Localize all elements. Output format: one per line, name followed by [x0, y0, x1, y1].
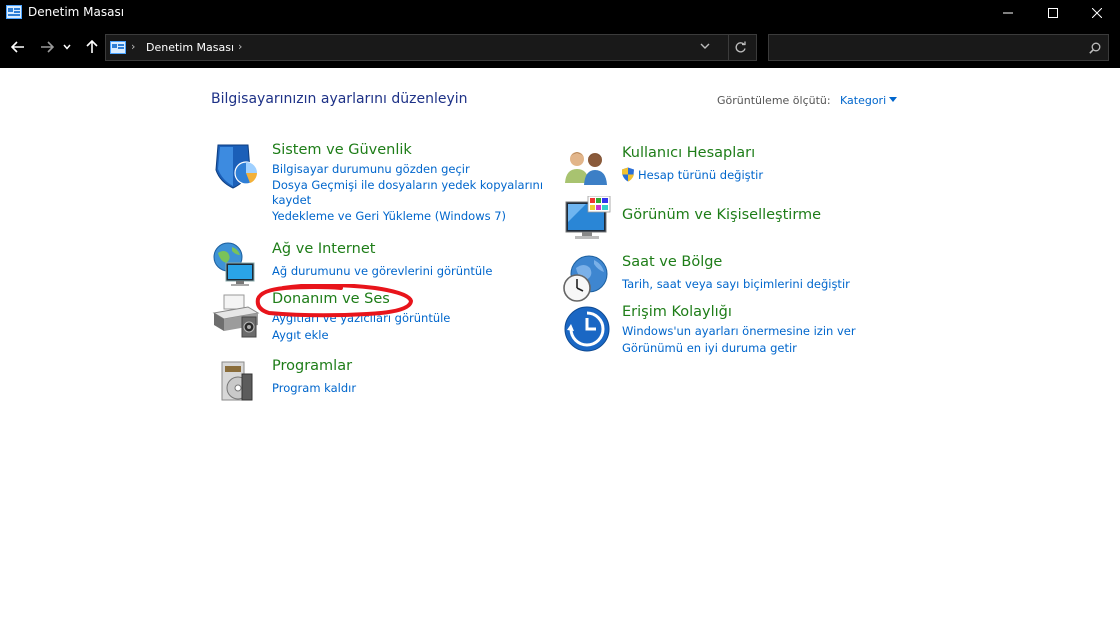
ease-of-access-icon[interactable] [562, 304, 612, 354]
address-bar[interactable]: › Denetim Masası › [105, 34, 757, 61]
category-link[interactable]: Ağ durumunu ve görevlerini görüntüle [272, 264, 492, 279]
category-clock-region: Saat ve Bölge Tarih, saat veya sayı biçi… [562, 254, 892, 302]
category-heading[interactable]: Donanım ve Ses [272, 291, 390, 307]
arrow-left-icon [11, 41, 24, 53]
search-icon[interactable] [1089, 42, 1101, 54]
up-button[interactable] [81, 36, 103, 58]
category-heading[interactable]: Programlar [272, 358, 352, 374]
back-button[interactable] [7, 36, 29, 58]
view-by-dropdown[interactable]: Kategori [840, 94, 886, 107]
category-heading[interactable]: Görünüm ve Kişiselleştirme [622, 207, 821, 223]
category-link[interactable]: Windows'un ayarları önermesine izin ver [622, 324, 856, 339]
category-ease-of-access: Erişim Kolaylığı Windows'un ayarları öne… [562, 304, 892, 359]
chevron-down-icon [63, 44, 71, 50]
recent-locations-button[interactable] [60, 36, 74, 58]
category-programs: Programlar Program kaldır [212, 358, 532, 403]
category-link[interactable]: Aygıtları ve yazıcıları görüntüle [272, 311, 450, 326]
chevron-right-icon[interactable]: › [131, 40, 135, 53]
category-heading[interactable]: Kullanıcı Hesapları [622, 145, 755, 161]
close-icon [1092, 7, 1102, 18]
category-heading[interactable]: Erişim Kolaylığı [622, 304, 732, 320]
programs-icon[interactable] [212, 358, 262, 408]
network-icon[interactable] [212, 241, 262, 291]
category-heading[interactable]: Saat ve Bölge [622, 254, 722, 270]
category-link[interactable]: Görünümü en iyi duruma getir [622, 341, 797, 356]
category-system-security: Sistem ve Güvenlik Bilgisayar durumunu g… [212, 142, 543, 232]
uac-shield-icon [622, 167, 634, 182]
control-panel-icon [6, 5, 22, 19]
printer-icon[interactable] [212, 291, 262, 341]
divider [728, 35, 729, 60]
category-link[interactable]: Program kaldır [272, 381, 356, 396]
control-panel-icon [110, 41, 126, 54]
category-user-accounts: Kullanıcı Hesapları Hesap türünü değişti… [562, 145, 892, 190]
forward-button[interactable] [36, 36, 58, 58]
category-link[interactable]: Yedekleme ve Geri Yükleme (Windows 7) [272, 209, 506, 224]
category-network-internet: Ağ ve Internet Ağ durumunu ve görevlerin… [212, 241, 532, 286]
category-link[interactable]: kaydet [272, 193, 311, 208]
page-title: Bilgisayarınızın ayarlarını düzenleyin [211, 91, 468, 107]
chevron-right-icon[interactable]: › [238, 40, 242, 53]
arrow-right-icon [41, 41, 54, 53]
minimize-icon [1003, 12, 1013, 13]
minimize-button[interactable] [985, 0, 1031, 25]
maximize-button[interactable] [1030, 0, 1076, 25]
clock-globe-icon[interactable] [562, 254, 612, 304]
maximize-icon [1048, 7, 1058, 18]
category-link[interactable]: Dosya Geçmişi ile dosyaların yedek kopya… [272, 178, 543, 193]
category-link[interactable]: Aygıt ekle [272, 328, 329, 343]
users-icon[interactable] [562, 145, 612, 195]
refresh-icon[interactable] [734, 41, 747, 54]
window-title: Denetim Masası [28, 5, 125, 19]
chevron-down-icon[interactable] [700, 43, 710, 50]
search-input[interactable] [773, 38, 1073, 58]
close-button[interactable] [1074, 0, 1120, 25]
category-link[interactable]: Bilgisayar durumunu gözden geçir [272, 162, 470, 177]
category-heading[interactable]: Sistem ve Güvenlik [272, 142, 412, 158]
category-hardware-sound: Donanım ve Ses Aygıtları ve yazıcıları g… [212, 291, 532, 346]
shield-icon[interactable] [212, 142, 262, 192]
category-heading[interactable]: Ağ ve Internet [272, 241, 375, 257]
breadcrumb-item[interactable]: Denetim Masası [146, 41, 234, 54]
caret-down-icon[interactable] [889, 97, 897, 102]
category-link[interactable]: Tarih, saat veya sayı biçimlerini değişt… [622, 277, 850, 292]
display-icon[interactable] [562, 196, 612, 246]
view-by-label: Görüntüleme ölçütü: [717, 94, 831, 107]
arrow-up-icon [86, 40, 98, 53]
search-box[interactable] [768, 34, 1109, 61]
category-link[interactable]: Hesap türünü değiştir [638, 168, 763, 183]
category-appearance: Görünüm ve Kişiselleştirme [562, 196, 892, 244]
title-bar: Denetim Masası [0, 0, 1120, 25]
